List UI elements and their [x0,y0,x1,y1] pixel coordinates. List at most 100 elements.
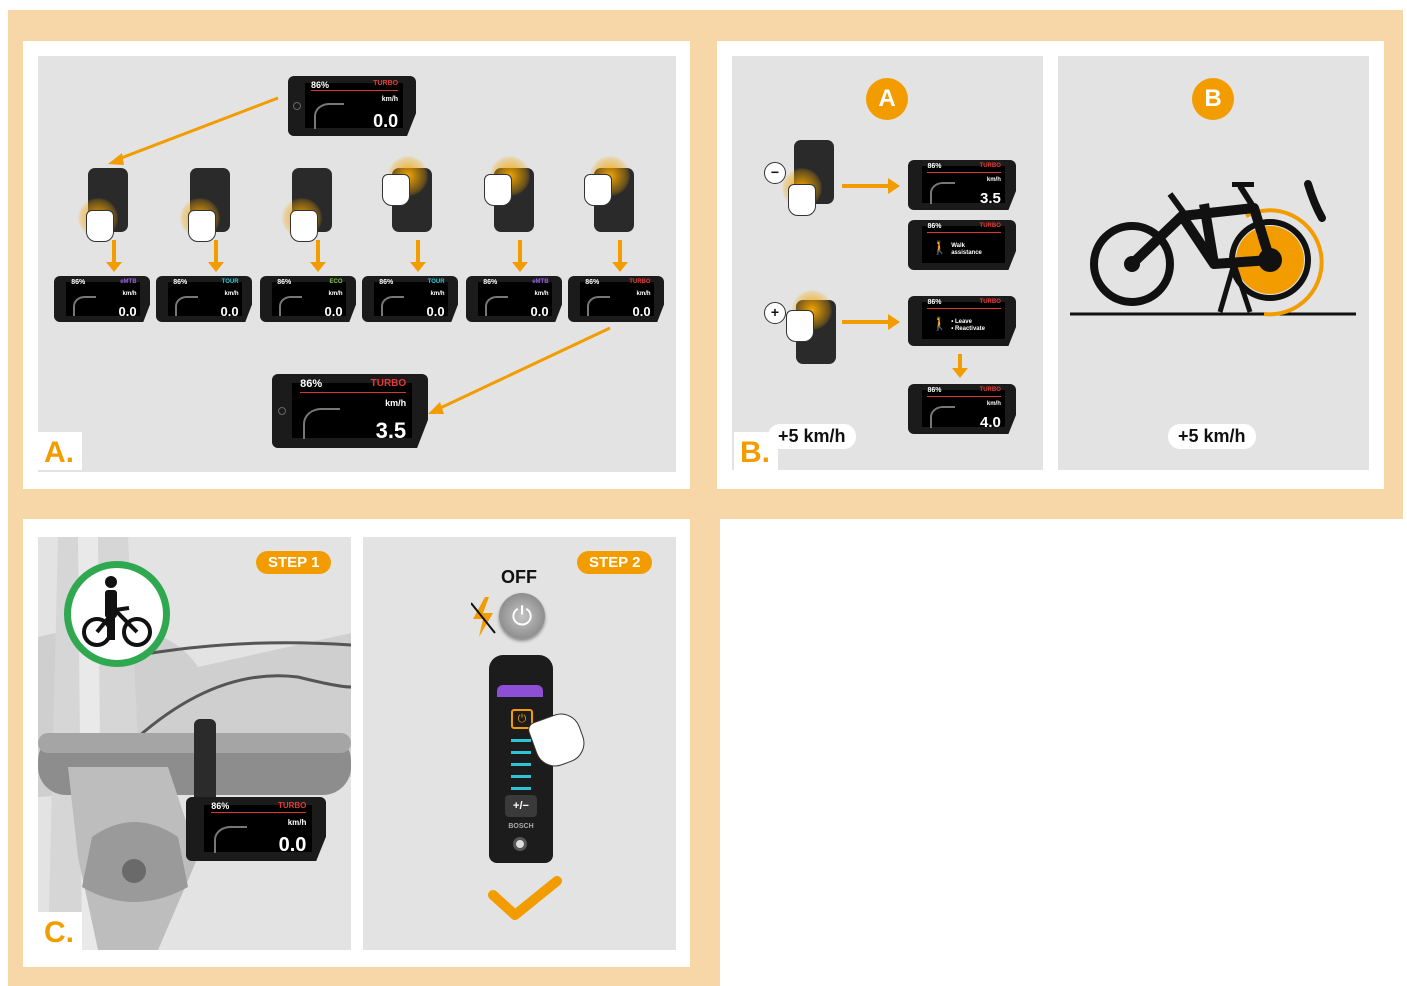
checkmark-icon [488,876,562,920]
mode-label: TOUR [427,278,445,285]
speed-value: 0.0 [373,111,399,132]
speed-value: 3.5 [980,190,1001,207]
remote-control-4[interactable] [382,156,432,232]
remote-row [38,156,676,248]
person-with-bicycle-icon [82,576,152,647]
arrow-down-icon [612,240,628,272]
hand-icon [86,210,114,242]
mode-label: TURBO [277,800,307,810]
mode-line [927,396,1001,397]
hand-icon [290,210,318,242]
hand-icon [584,174,612,206]
speed-value: 0.0 [632,304,651,320]
mode-line [927,308,1001,309]
b-display-4: 86% TURBO km/h 4.0 [908,384,1016,434]
speed-bonus-pill-b: +5 km/h [1168,424,1256,449]
mode-line [211,812,307,814]
mode-display-1: 86% eMTB km/h 0.0 [54,276,150,322]
section-c-label: C. [38,912,82,950]
speed-unit: km/h [430,291,445,298]
walk-assistance-text: Walk assistance [951,242,982,256]
battery-level: 86% [927,163,942,170]
speed-value: 0.0 [530,304,549,320]
battery-led-icon [511,763,531,766]
battery-level: 86% [927,299,942,306]
arrow-down-icon [310,240,326,272]
section-b-label: B. [734,432,778,470]
arrow-down-icon [208,240,224,272]
battery-led-icon [511,787,531,790]
speed-unit: km/h [986,400,1001,407]
mode-label: eMTB [532,278,549,285]
speed-arc-icon [313,102,344,129]
mode-label: TURBO [979,299,1001,305]
display-knob-icon [278,406,287,415]
section-b-panel-b: B +5 km/h [1058,56,1369,470]
arrow-right-icon [842,314,900,330]
battery-level: 86% [483,278,498,286]
leave-reactivate-text: • Leave • Reactivate [951,318,985,332]
battery-level: 86% [379,278,394,286]
badge-b: B [1192,78,1234,120]
mode-label: TURBO [370,378,407,390]
arrow-down-icon [106,240,122,272]
mode-display-3: 86% ECO km/h 0.0 [260,276,356,322]
mode-label: TURBO [629,278,651,285]
hand-icon [484,174,512,206]
remote-control-minus[interactable] [782,140,834,216]
result-display: 86% TURBO km/h 3.5 [272,374,428,448]
section-c-step1-panel: 86% TURBO km/h 0.0 STEP 1 [38,537,351,950]
speed-arc-icon [175,296,199,317]
dismount-icon [64,561,170,667]
display-knob-icon [293,102,302,111]
section-b-panel-a: A − 86% TURBO km/h 3.5 86% TURBO 🚶 Walk … [732,56,1043,470]
b-display-3: 86% TURBO 🚶 • Leave • Reactivate [908,296,1016,346]
speed-arc-icon [587,296,611,317]
battery-level: 86% [173,278,188,286]
mode-display-6: 86% TURBO km/h 0.0 [568,276,664,322]
section-a-panel: 86% TURBO km/h 0.0 86% eMTB km/h 0.0 86%… [38,56,676,472]
power-button-icon[interactable]: ⏻ [499,593,545,639]
mode-label: ECO [329,278,343,285]
speed-value: 0.0 [220,304,239,320]
remote-control-1[interactable] [78,168,128,242]
mode-display-2: 86% TOUR km/h 0.0 [156,276,252,322]
step-2-badge: STEP 2 [577,551,653,574]
speed-unit: km/h [385,398,407,409]
remote-control-2[interactable] [180,168,230,242]
speed-arc-icon [279,296,303,317]
c-display: 86% TURBO km/h 0.0 [186,797,326,861]
remote-control-plus[interactable] [786,290,836,364]
battery-level: 86% [300,378,323,391]
speed-arc-icon [929,182,956,204]
battery-led-icon [511,739,531,742]
plus-button-icon: + [764,302,786,324]
speed-unit: km/h [122,291,137,298]
speed-unit: km/h [381,95,399,103]
speed-value: 0.0 [118,304,137,320]
section-c-step2-panel: STEP 2 OFF ⏻ ⏻ +/− BOSCH [363,537,676,950]
mode-label: TURBO [979,387,1001,393]
speed-arc-icon [929,406,956,428]
speed-arc-icon [485,296,509,317]
speed-unit: km/h [534,291,549,298]
mode-line [300,391,407,393]
hand-icon [788,184,816,216]
speed-value: 0.0 [426,304,445,320]
plus-minus-key[interactable]: +/− [505,795,537,817]
off-label: OFF [501,567,537,587]
speed-unit: km/h [636,291,651,298]
remote-control-3[interactable] [282,168,332,242]
mode-line [311,90,399,92]
mode-label: TURBO [979,223,1001,229]
battery-level: 86% [71,278,86,286]
speed-value: 4.0 [980,414,1001,431]
arrow-right-icon [842,178,900,194]
speed-value: 0.0 [324,304,343,320]
battery-level: 86% [277,278,292,286]
remote-control-5[interactable] [484,156,534,232]
arrow-down-icon [512,240,528,272]
speed-unit: km/h [224,291,239,298]
remote-control-6[interactable] [584,156,634,232]
hand-icon [188,210,216,242]
